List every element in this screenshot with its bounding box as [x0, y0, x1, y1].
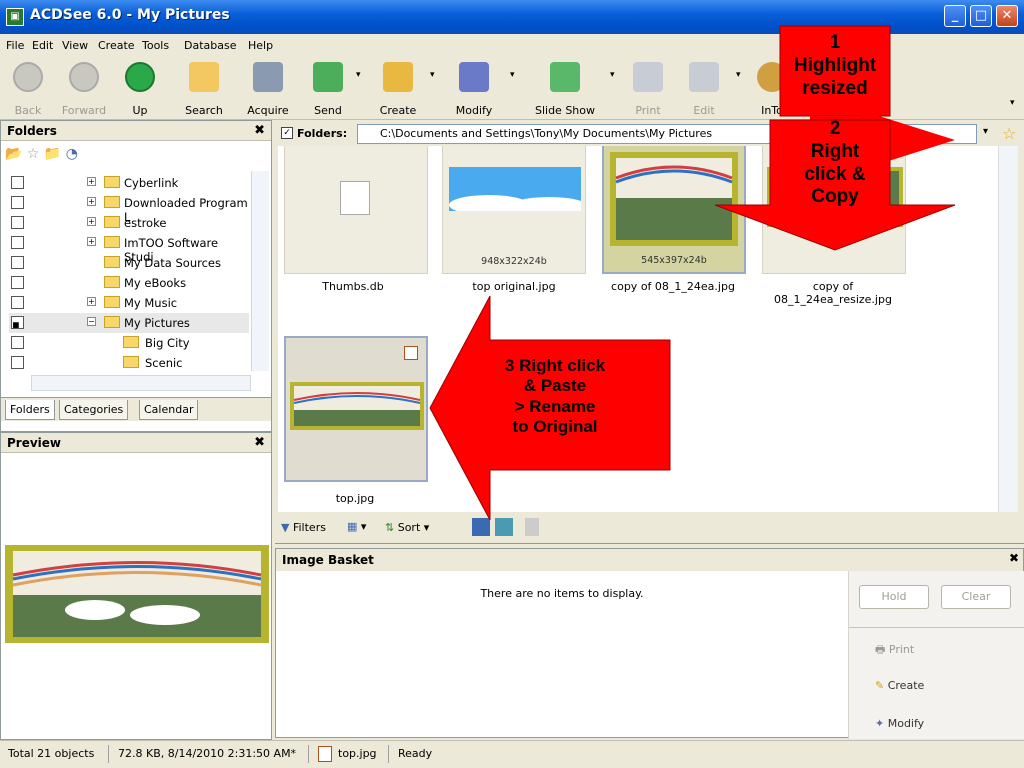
callout-2-text1: Right	[810, 140, 860, 162]
callout-1-text1: Highlight	[793, 54, 877, 76]
callout-2-text2: click &	[804, 163, 866, 185]
callout-3: 3 Right click & Paste > Rename to Origin…	[480, 356, 630, 438]
callout-1: 1 Highlight resized	[780, 32, 890, 94]
callout-3-text3: > Rename	[514, 396, 596, 416]
callout-3-text4: to Original	[512, 417, 598, 437]
callout-3-text2: & Paste	[523, 376, 587, 396]
callout-1-num: 1	[829, 32, 841, 53]
callout-2-text3: Copy	[811, 186, 859, 208]
callout-3-text1: 3 Right click	[504, 356, 606, 375]
callout-1-text2: resized	[802, 77, 868, 94]
callout-2: 2 Right click & Copy	[780, 118, 890, 209]
callout-2-num: 2	[829, 118, 841, 139]
